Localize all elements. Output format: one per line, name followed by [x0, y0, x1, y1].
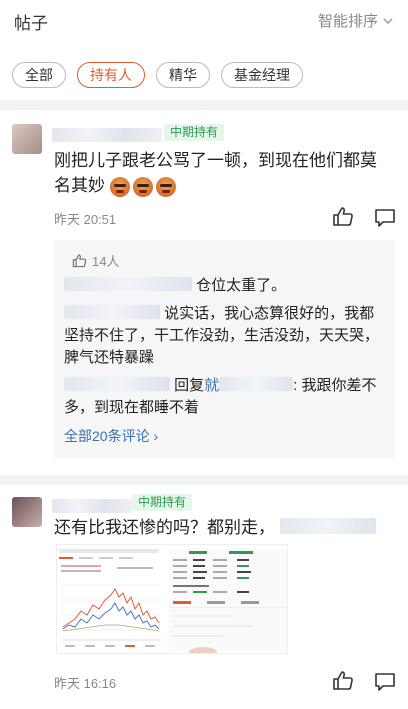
thumbs-up-icon — [333, 671, 353, 690]
thumbs-up-icon — [72, 254, 87, 268]
sort-label: 智能排序 — [317, 13, 378, 30]
section-divider — [0, 475, 408, 485]
reply-username-blurred — [64, 377, 170, 391]
top-bar: 帖子 智能排序 — [0, 0, 408, 40]
comment-icon — [375, 209, 395, 227]
reply-target-link[interactable]: 就 — [204, 377, 219, 394]
post-body: 还有比我还惨的吗？都别走， — [54, 518, 275, 537]
username-blurred[interactable] — [52, 128, 162, 142]
reply-username-blurred — [64, 277, 192, 291]
reply-box: 14人 仓位太重了。 说实话，我心态算很好的，我都坚持不住了，干工作没劲，生活没… — [54, 240, 395, 458]
comment-button[interactable] — [374, 672, 396, 692]
post-body: 刚把儿子跟老公骂了一顿，到现在他们都莫名其妙 — [54, 151, 377, 195]
post-text: 刚把儿子跟老公骂了一顿，到现在他们都莫名其妙 — [54, 148, 384, 198]
post-text: 还有比我还惨的吗？都别走， — [54, 515, 394, 540]
post-time: 昨天 20:51 — [54, 212, 117, 227]
angry-face-icon — [132, 176, 153, 197]
fund-chart-screenshot — [57, 545, 287, 653]
reply-item[interactable]: 仓位太重了。 — [64, 275, 286, 297]
comment-button[interactable] — [374, 208, 396, 228]
sort-dropdown[interactable]: 智能排序 — [318, 10, 394, 31]
filter-all[interactable]: 全部 — [12, 62, 66, 88]
reply-likes: 14人 — [72, 251, 119, 270]
reply-item[interactable]: 回复就: 我跟你差不多，到现在都睡不着 — [64, 375, 382, 419]
angry-emoji-group — [109, 176, 176, 197]
page-title: 帖子 — [14, 14, 48, 33]
filter-featured[interactable]: 精华 — [156, 62, 210, 88]
holding-badge: 中期持有 — [164, 124, 225, 141]
avatar[interactable] — [12, 124, 42, 154]
section-divider — [0, 100, 408, 110]
filter-fund-managers[interactable]: 基金经理 — [221, 62, 303, 88]
like-button[interactable] — [332, 206, 354, 226]
reply-username-blurred — [64, 305, 160, 319]
comment-icon — [375, 673, 395, 691]
reply-item[interactable]: 说实话，我心态算很好的，我都坚持不住了，干工作没劲，生活没劲，天天哭，脾气还特暴… — [64, 303, 382, 369]
angry-face-icon — [155, 176, 176, 197]
post-time: 昨天 16:16 — [54, 676, 117, 691]
attached-image[interactable] — [56, 544, 288, 654]
view-all-comments-link[interactable]: 全部20条评论 › — [64, 426, 158, 446]
chevron-down-icon — [383, 17, 393, 24]
filter-holders[interactable]: 持有人 — [77, 62, 145, 88]
angry-face-icon — [109, 176, 130, 197]
holding-badge: 中期持有 — [132, 494, 193, 511]
thumbs-up-icon — [333, 207, 353, 226]
like-button[interactable] — [332, 670, 354, 690]
reply-likes-count: 14人 — [92, 254, 120, 269]
filter-chips: 全部 持有人 精华 基金经理 — [12, 62, 303, 88]
avatar[interactable] — [12, 497, 42, 527]
post-text-blurred — [279, 518, 376, 534]
reply-text: 仓位太重了。 — [196, 277, 287, 294]
reply-target-blurred — [219, 377, 294, 391]
username-blurred[interactable] — [52, 499, 132, 513]
reply-prefix: 回复 — [174, 377, 205, 394]
